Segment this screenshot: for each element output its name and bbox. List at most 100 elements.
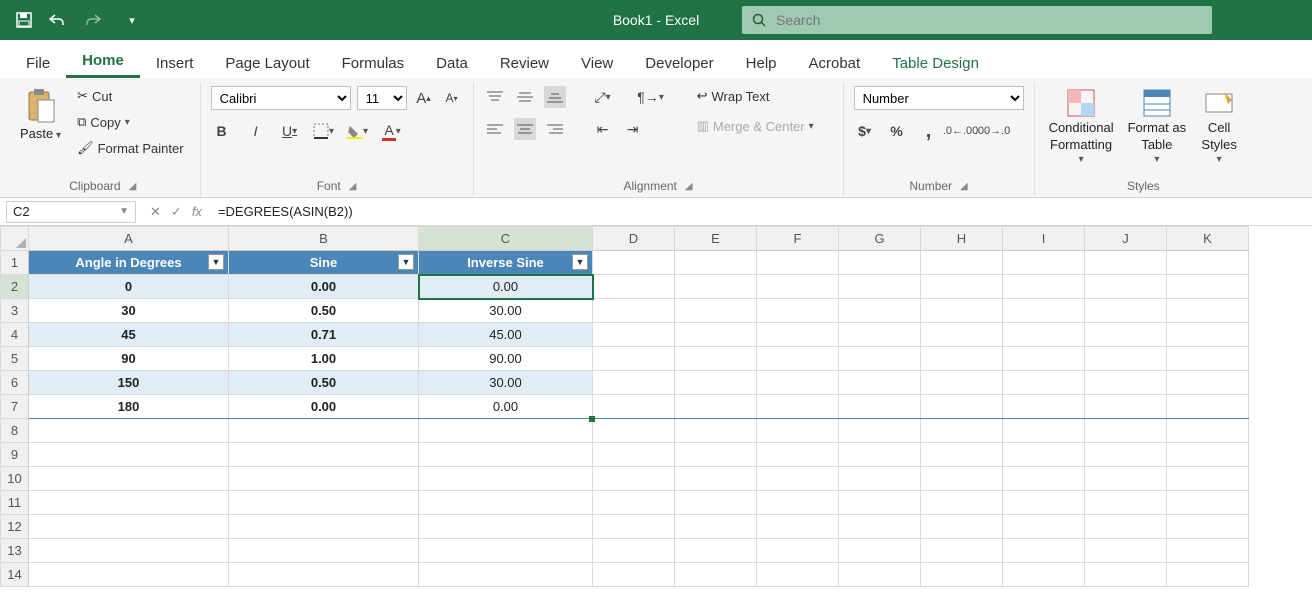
cell[interactable] [921, 563, 1003, 587]
ribbon-tab-home[interactable]: Home [66, 44, 140, 78]
cell[interactable] [419, 563, 593, 587]
accounting-format-icon[interactable]: $ [854, 120, 876, 142]
cell[interactable] [839, 515, 921, 539]
conditional-formatting-button[interactable]: ConditionalFormatting [1045, 86, 1118, 167]
cell[interactable] [229, 539, 419, 563]
increase-indent-icon[interactable]: ⇥ [622, 118, 644, 140]
cell[interactable] [757, 347, 839, 371]
cell[interactable]: 0.71 [229, 323, 419, 347]
row-header[interactable]: 6 [1, 371, 29, 395]
align-right-icon[interactable] [544, 118, 566, 140]
cell[interactable] [921, 467, 1003, 491]
cell[interactable]: Sine▼ [229, 251, 419, 275]
cancel-formula-icon[interactable]: ✕ [150, 204, 161, 220]
spreadsheet-grid[interactable]: ABCDEFGHIJK1Angle in Degrees▼Sine▼Invers… [0, 226, 1312, 587]
cell[interactable] [229, 443, 419, 467]
column-header[interactable]: E [675, 227, 757, 251]
cell[interactable]: 45.00 [419, 323, 593, 347]
ribbon-tab-acrobat[interactable]: Acrobat [793, 47, 877, 78]
filter-icon[interactable]: ▼ [208, 254, 224, 270]
cell[interactable] [1003, 347, 1085, 371]
cell[interactable] [675, 299, 757, 323]
copy-button[interactable]: ⧉Copy [71, 112, 190, 132]
cell[interactable] [1085, 347, 1167, 371]
cell[interactable]: 45 [29, 323, 229, 347]
cell[interactable] [593, 419, 675, 443]
bold-button[interactable]: B [211, 120, 233, 142]
ribbon-tab-help[interactable]: Help [730, 47, 793, 78]
ribbon-tab-insert[interactable]: Insert [140, 47, 210, 78]
enter-formula-icon[interactable]: ✓ [171, 204, 182, 220]
cell[interactable] [593, 323, 675, 347]
cell[interactable] [675, 563, 757, 587]
cell[interactable]: 0.50 [229, 299, 419, 323]
column-header[interactable]: H [921, 227, 1003, 251]
cell[interactable] [757, 563, 839, 587]
row-header[interactable]: 3 [1, 299, 29, 323]
dialog-launcher-icon[interactable]: ◢ [685, 181, 693, 192]
cell[interactable] [757, 395, 839, 419]
cell[interactable] [593, 347, 675, 371]
underline-button[interactable]: U [279, 120, 301, 142]
cell[interactable] [839, 395, 921, 419]
cell[interactable] [757, 275, 839, 299]
row-header[interactable]: 13 [1, 539, 29, 563]
cell[interactable] [675, 251, 757, 275]
cell[interactable] [1085, 515, 1167, 539]
cell[interactable] [593, 443, 675, 467]
paste-button[interactable]: Paste [16, 86, 65, 143]
cell[interactable] [757, 251, 839, 275]
cell[interactable]: 180 [29, 395, 229, 419]
cell[interactable] [675, 443, 757, 467]
align-left-icon[interactable] [484, 118, 506, 140]
cell[interactable] [839, 347, 921, 371]
fx-icon[interactable]: fx [192, 204, 202, 220]
cell[interactable] [1003, 275, 1085, 299]
cell[interactable] [921, 275, 1003, 299]
cell[interactable] [1003, 467, 1085, 491]
cell[interactable] [921, 251, 1003, 275]
cell[interactable] [1167, 443, 1249, 467]
filter-icon[interactable]: ▼ [572, 254, 588, 270]
cell[interactable] [757, 467, 839, 491]
increase-font-icon[interactable]: A▴ [413, 87, 435, 109]
row-header[interactable]: 14 [1, 563, 29, 587]
cell[interactable] [675, 347, 757, 371]
cell[interactable] [593, 299, 675, 323]
cell[interactable]: Inverse Sine▼ [419, 251, 593, 275]
cell[interactable]: 150 [29, 371, 229, 395]
cell[interactable] [1003, 419, 1085, 443]
cell[interactable] [1003, 323, 1085, 347]
align-top-icon[interactable] [484, 86, 506, 108]
cell[interactable] [1085, 467, 1167, 491]
filter-icon[interactable]: ▼ [398, 254, 414, 270]
decrease-decimal-icon[interactable]: .00→.0 [982, 120, 1004, 142]
cell[interactable] [1167, 347, 1249, 371]
search-box[interactable] [742, 6, 1212, 34]
cell[interactable] [29, 467, 229, 491]
cell[interactable] [675, 539, 757, 563]
cell[interactable] [921, 419, 1003, 443]
cell[interactable]: 90 [29, 347, 229, 371]
dialog-launcher-icon[interactable]: ◢ [129, 181, 137, 192]
cell[interactable]: 1.00 [229, 347, 419, 371]
search-input[interactable] [776, 12, 1202, 28]
cell[interactable]: 0.00 [229, 275, 419, 299]
cell[interactable] [1167, 563, 1249, 587]
cell[interactable] [839, 275, 921, 299]
cell[interactable] [419, 419, 593, 443]
cell[interactable] [1085, 419, 1167, 443]
number-format-select[interactable]: Number [854, 86, 1024, 110]
cell[interactable] [921, 491, 1003, 515]
text-direction-icon[interactable]: ¶→ [640, 86, 662, 108]
cell[interactable] [1167, 251, 1249, 275]
cell[interactable]: 30 [29, 299, 229, 323]
row-header[interactable]: 9 [1, 443, 29, 467]
cell[interactable] [675, 275, 757, 299]
row-header[interactable]: 5 [1, 347, 29, 371]
fill-color-button[interactable] [347, 120, 369, 142]
cell[interactable] [1003, 515, 1085, 539]
cell[interactable]: 90.00 [419, 347, 593, 371]
cell[interactable] [757, 539, 839, 563]
cell[interactable] [29, 443, 229, 467]
